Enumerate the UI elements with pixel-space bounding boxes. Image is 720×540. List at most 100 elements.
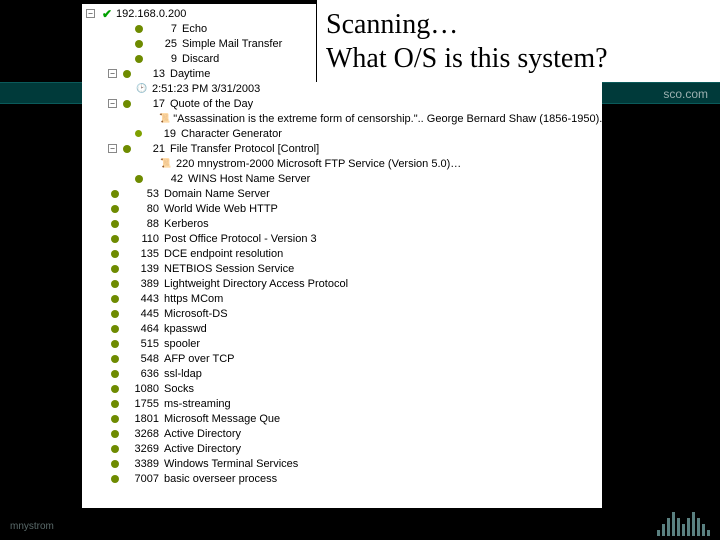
port-dot-icon: [111, 430, 119, 438]
port-number: 636: [125, 368, 159, 380]
port-number: 13: [137, 68, 165, 80]
service-name: DCE endpoint resolution: [164, 248, 283, 260]
port-dot-icon: [123, 70, 131, 78]
port-row[interactable]: 389 Lightweight Directory Access Protocol: [86, 276, 598, 291]
port-number: 3269: [125, 443, 159, 455]
port-row[interactable]: 110Post Office Protocol - Version 3: [86, 231, 598, 246]
service-name: Daytime: [170, 68, 210, 80]
port-dot-icon: [135, 130, 142, 137]
port-row[interactable]: 135DCE endpoint resolution: [86, 246, 598, 261]
port-row[interactable]: 3269 Active Directory: [86, 441, 598, 456]
host-ip: 192.168.0.200: [116, 8, 186, 20]
port-row[interactable]: 515spooler: [86, 336, 598, 351]
port-number: 21: [137, 143, 165, 155]
port-number: 445: [125, 308, 159, 320]
port-row[interactable]: 42WINS Host Name Server: [86, 171, 598, 186]
service-name: NETBIOS Session Service: [164, 263, 294, 275]
port-row[interactable]: 53 Domain Name Server: [86, 186, 598, 201]
collapse-icon[interactable]: −: [108, 144, 117, 153]
service-name: World Wide Web HTTP: [164, 203, 278, 215]
port-number: 389: [125, 278, 159, 290]
port-dot-icon: [111, 340, 119, 348]
service-name: Post Office Protocol - Version 3: [164, 233, 317, 245]
port-dot-icon: [111, 355, 119, 363]
port-row[interactable]: 1755 ms-streaming: [86, 396, 598, 411]
service-name: spooler: [164, 338, 200, 350]
port-dot-icon: [135, 40, 143, 48]
brand-text: sco.com: [663, 87, 708, 101]
ftp-banner-row[interactable]: 📜 220 mnystrom-2000 Microsoft FTP Servic…: [86, 156, 598, 171]
port-dot-icon: [111, 235, 119, 243]
service-name: Discard: [182, 53, 219, 65]
service-name: Kerberos: [164, 218, 209, 230]
banner-icon: 📜: [159, 114, 170, 124]
port-number: 19: [148, 128, 176, 140]
service-name: ms-streaming: [164, 398, 231, 410]
port-number: 25: [149, 38, 177, 50]
port-dot-icon: [135, 25, 143, 33]
service-name: Microsoft Message Que: [164, 413, 280, 425]
port-number: 53: [125, 188, 159, 200]
collapse-icon[interactable]: −: [86, 9, 95, 18]
check-icon: ✔: [101, 9, 113, 19]
port-dot-icon: [111, 205, 119, 213]
port-dot-icon: [111, 280, 119, 288]
port-dot-icon: [111, 475, 119, 483]
port-row[interactable]: 548AFP over TCP: [86, 351, 598, 366]
port-dot-icon: [111, 370, 119, 378]
port-dot-icon: [111, 445, 119, 453]
port-row-quote[interactable]: − 17 Quote of the Day: [86, 96, 598, 111]
port-row[interactable]: 88 Kerberos: [86, 216, 598, 231]
collapse-icon[interactable]: −: [108, 69, 117, 78]
port-row[interactable]: 443 https MCom: [86, 291, 598, 306]
title-line-1: Scanning…: [326, 8, 706, 42]
service-name: File Transfer Protocol [Control]: [170, 143, 319, 155]
port-row[interactable]: 1080Socks: [86, 381, 598, 396]
service-name: https MCom: [164, 293, 223, 305]
port-number: 443: [125, 293, 159, 305]
port-dot-icon: [111, 190, 119, 198]
port-dot-icon: [111, 385, 119, 393]
port-dot-icon: [111, 295, 119, 303]
port-number: 7: [149, 23, 177, 35]
port-row[interactable]: 80 World Wide Web HTTP: [86, 201, 598, 216]
service-name: Lightweight Directory Access Protocol: [164, 278, 348, 290]
port-dot-icon: [123, 145, 131, 153]
port-row-ftp[interactable]: − 21 File Transfer Protocol [Control]: [86, 141, 598, 156]
service-name: Quote of the Day: [170, 98, 253, 110]
banner-icon: 📜: [159, 159, 173, 169]
port-number: 88: [125, 218, 159, 230]
port-row[interactable]: 3268Active Directory: [86, 426, 598, 441]
port-number: 80: [125, 203, 159, 215]
timestamp-row[interactable]: 🕑 2:51:23 PM 3/31/2003: [86, 81, 598, 96]
clock-icon: 🕑: [135, 84, 149, 94]
port-number: 42: [149, 173, 183, 185]
collapse-icon[interactable]: −: [108, 99, 117, 108]
port-row[interactable]: 445Microsoft-DS: [86, 306, 598, 321]
port-row[interactable]: 7007basic overseer process: [86, 471, 598, 486]
service-name: basic overseer process: [164, 473, 277, 485]
port-number: 1755: [125, 398, 159, 410]
port-dot-icon: [123, 100, 131, 108]
port-dot-icon: [111, 250, 119, 258]
service-name: Domain Name Server: [164, 188, 270, 200]
port-row[interactable]: 464kpasswd: [86, 321, 598, 336]
service-name: Windows Terminal Services: [164, 458, 298, 470]
port-row[interactable]: 139NETBIOS Session Service: [86, 261, 598, 276]
title-line-2: What O/S is this system?: [326, 42, 706, 76]
cisco-logo: [656, 506, 710, 536]
port-row[interactable]: 636ssl-ldap: [86, 366, 598, 381]
port-row[interactable]: 1801Microsoft Message Que: [86, 411, 598, 426]
port-number: 548: [125, 353, 159, 365]
port-dot-icon: [111, 220, 119, 228]
service-name: Active Directory: [164, 443, 241, 455]
port-dot-icon: [111, 325, 119, 333]
port-number: 3268: [125, 428, 159, 440]
port-dot-icon: [111, 415, 119, 423]
port-row[interactable]: 3389Windows Terminal Services: [86, 456, 598, 471]
service-name: kpasswd: [164, 323, 207, 335]
quote-text: "Assassination is the extreme form of ce…: [173, 113, 602, 125]
quote-banner-row[interactable]: 📜 "Assassination is the extreme form of …: [86, 111, 598, 126]
port-row-chargen[interactable]: 19 Character Generator: [86, 126, 598, 141]
service-name: Character Generator: [181, 128, 282, 140]
